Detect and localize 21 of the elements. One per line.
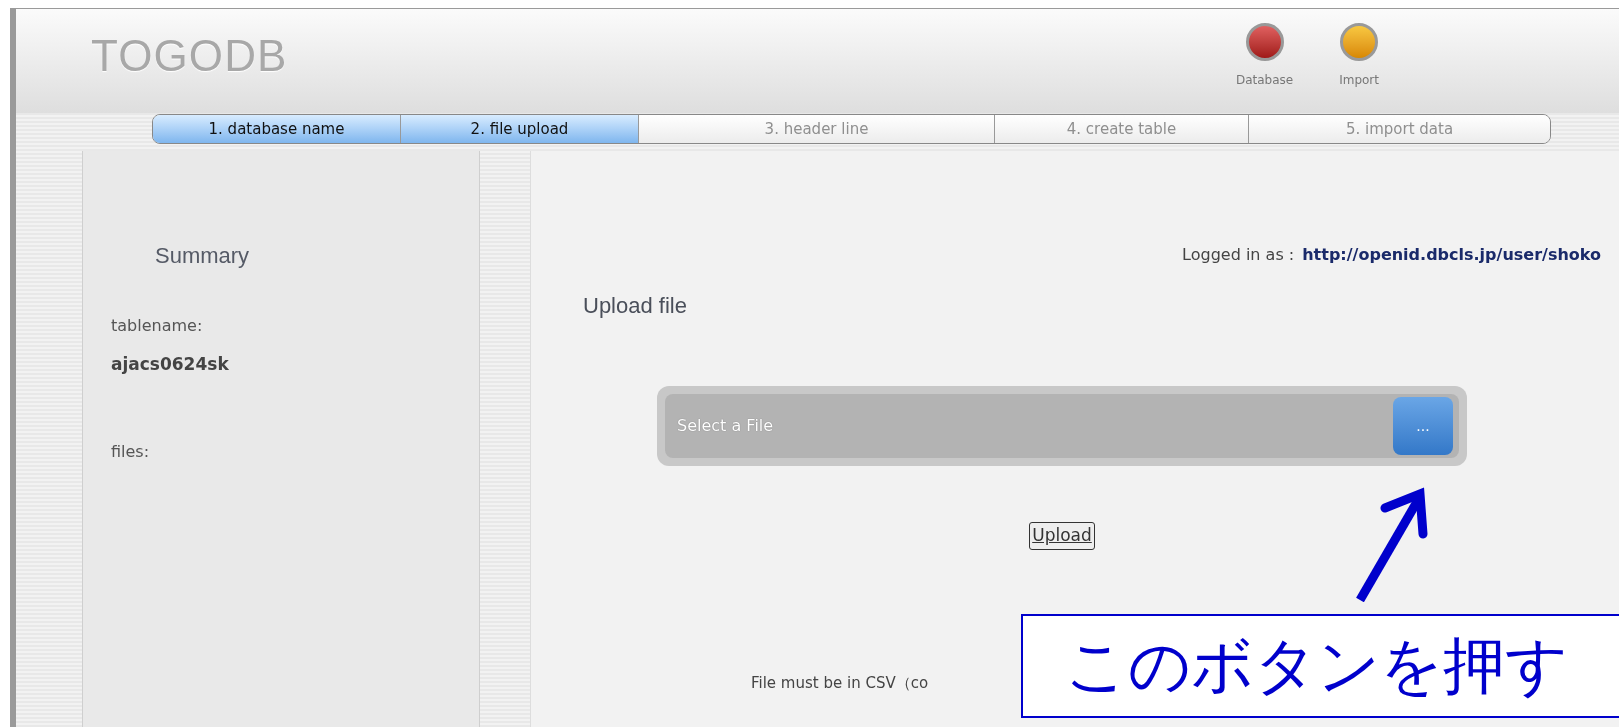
- wizard-step: 1. database name: [153, 115, 401, 143]
- wizard-step: 4. create table: [995, 115, 1249, 143]
- field-label: files:: [111, 440, 151, 463]
- logged-in-label: Logged in as :: [1182, 244, 1295, 266]
- file-field[interactable]: Select a File ...: [657, 386, 1467, 466]
- wizard-step: 2. file upload: [401, 115, 639, 143]
- field-value: ajacs0624sk: [111, 353, 230, 376]
- nav-label[interactable]: Database: [1235, 71, 1294, 89]
- nav-label[interactable]: Import: [1339, 71, 1379, 89]
- callout-text: このボタンを押す: [1021, 614, 1619, 718]
- field-label: tablename:: [111, 315, 204, 337]
- user-link[interactable]: http://openid.dbcls.jp/user/shoko: [1302, 243, 1601, 267]
- wizard-step: 5. import data: [1249, 115, 1550, 143]
- logo: TOGODB: [91, 30, 288, 82]
- upload-button[interactable]: Upload: [1029, 522, 1095, 550]
- file-placeholder: Select a File: [677, 415, 774, 437]
- wizard-step: 3. header line: [639, 115, 995, 143]
- format-note: File must be in CSV（co: [751, 672, 930, 694]
- browse-button[interactable]: ...: [1393, 397, 1453, 455]
- section-heading: Upload file: [583, 292, 688, 320]
- summary-title: Summary: [155, 242, 251, 270]
